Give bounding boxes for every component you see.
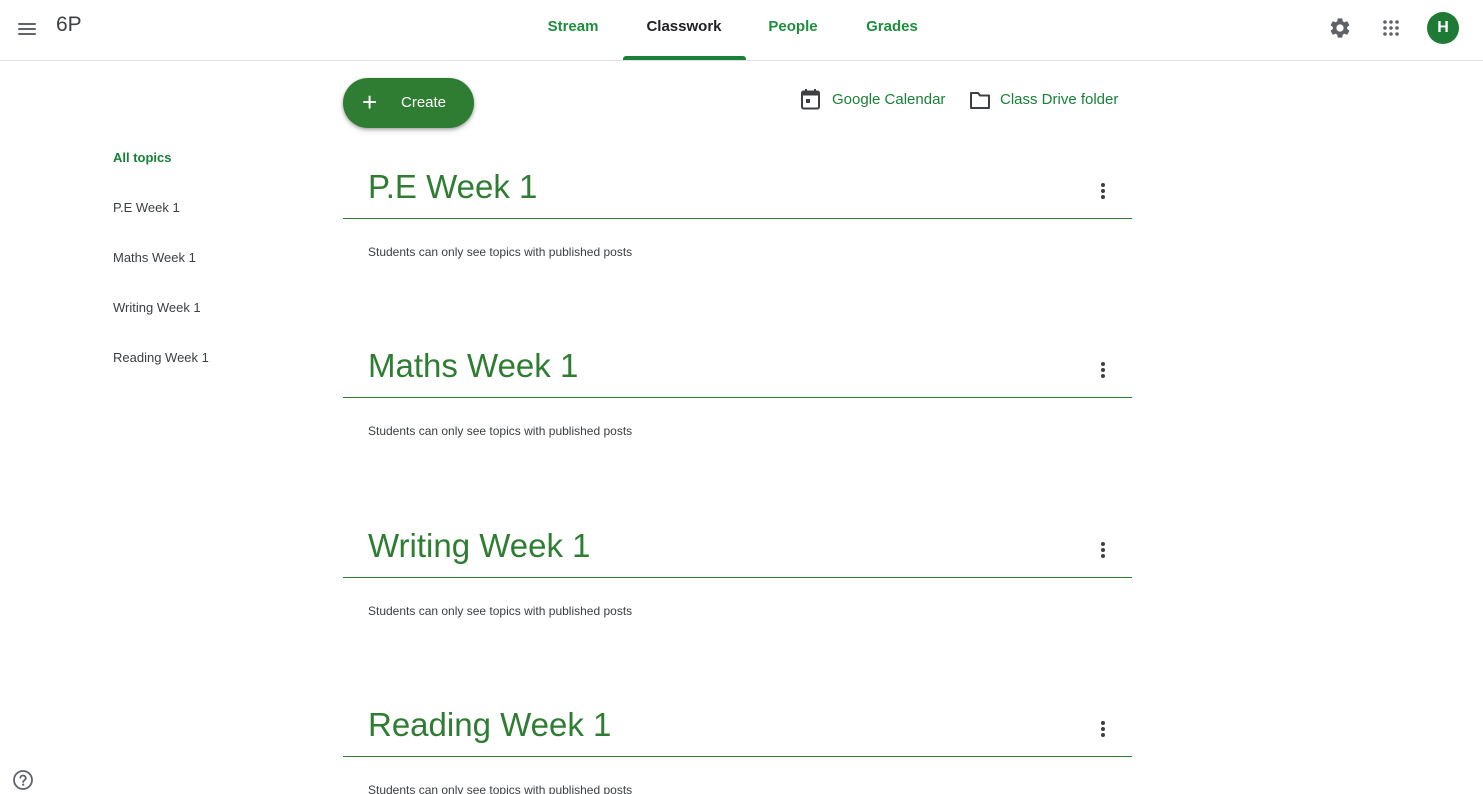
tab-classwork[interactable]: Classwork [633, 0, 735, 61]
topic-title[interactable]: Maths Week 1 [368, 347, 578, 385]
topic-section: Reading Week 1 Students can only see top… [343, 706, 1132, 794]
settings-icon[interactable] [1328, 16, 1352, 40]
topic-section: P.E Week 1 Students can only see topics … [343, 168, 1132, 268]
tab-grades[interactable]: Grades [858, 0, 926, 61]
topic-section: Maths Week 1 Students can only see topic… [343, 347, 1132, 447]
sidebar-item-reading-week-1[interactable]: Reading Week 1 [113, 350, 209, 365]
sidebar-item-maths-week-1[interactable]: Maths Week 1 [113, 250, 196, 265]
topic-title[interactable]: Writing Week 1 [368, 527, 591, 565]
top-app-bar: 6P Stream Classwork People Grades H [0, 0, 1483, 61]
topic-note: Students can only see topics with publis… [368, 245, 633, 259]
topic-note: Students can only see topics with publis… [368, 604, 633, 618]
active-tab-indicator [623, 56, 746, 60]
class-name[interactable]: 6P [56, 13, 82, 37]
more-vert-icon[interactable] [1091, 179, 1115, 203]
tab-stream[interactable]: Stream [540, 0, 606, 61]
more-vert-icon[interactable] [1091, 358, 1115, 382]
more-vert-icon[interactable] [1091, 717, 1115, 741]
google-calendar-link[interactable]: Google Calendar [800, 88, 952, 112]
tab-people[interactable]: People [762, 0, 824, 61]
class-drive-folder-link[interactable]: Class Drive folder [968, 88, 1126, 112]
topic-section: Writing Week 1 Students can only see top… [343, 527, 1132, 627]
topic-title[interactable]: Reading Week 1 [368, 706, 611, 744]
sidebar-item-all-topics[interactable]: All topics [113, 150, 172, 165]
plus-icon: + [362, 87, 378, 117]
folder-icon [970, 92, 990, 109]
topic-divider [343, 218, 1132, 219]
menu-icon[interactable] [16, 17, 40, 41]
topic-divider [343, 756, 1132, 757]
sidebar-item-writing-week-1[interactable]: Writing Week 1 [113, 300, 201, 315]
topic-divider [343, 397, 1132, 398]
apps-icon[interactable] [1379, 16, 1403, 40]
google-calendar-label: Google Calendar [832, 91, 946, 108]
avatar[interactable]: H [1427, 12, 1459, 44]
calendar-icon [801, 89, 820, 110]
topic-note: Students can only see topics with publis… [368, 783, 633, 794]
topic-divider [343, 577, 1132, 578]
more-vert-icon[interactable] [1091, 538, 1115, 562]
sidebar-item-pe-week-1[interactable]: P.E Week 1 [113, 200, 180, 215]
class-drive-folder-label: Class Drive folder [1000, 91, 1119, 108]
create-label: Create [401, 94, 447, 111]
topic-title[interactable]: P.E Week 1 [368, 168, 537, 206]
create-button[interactable]: + Create [343, 78, 474, 128]
topic-note: Students can only see topics with publis… [368, 424, 633, 438]
help-icon[interactable] [12, 769, 34, 791]
